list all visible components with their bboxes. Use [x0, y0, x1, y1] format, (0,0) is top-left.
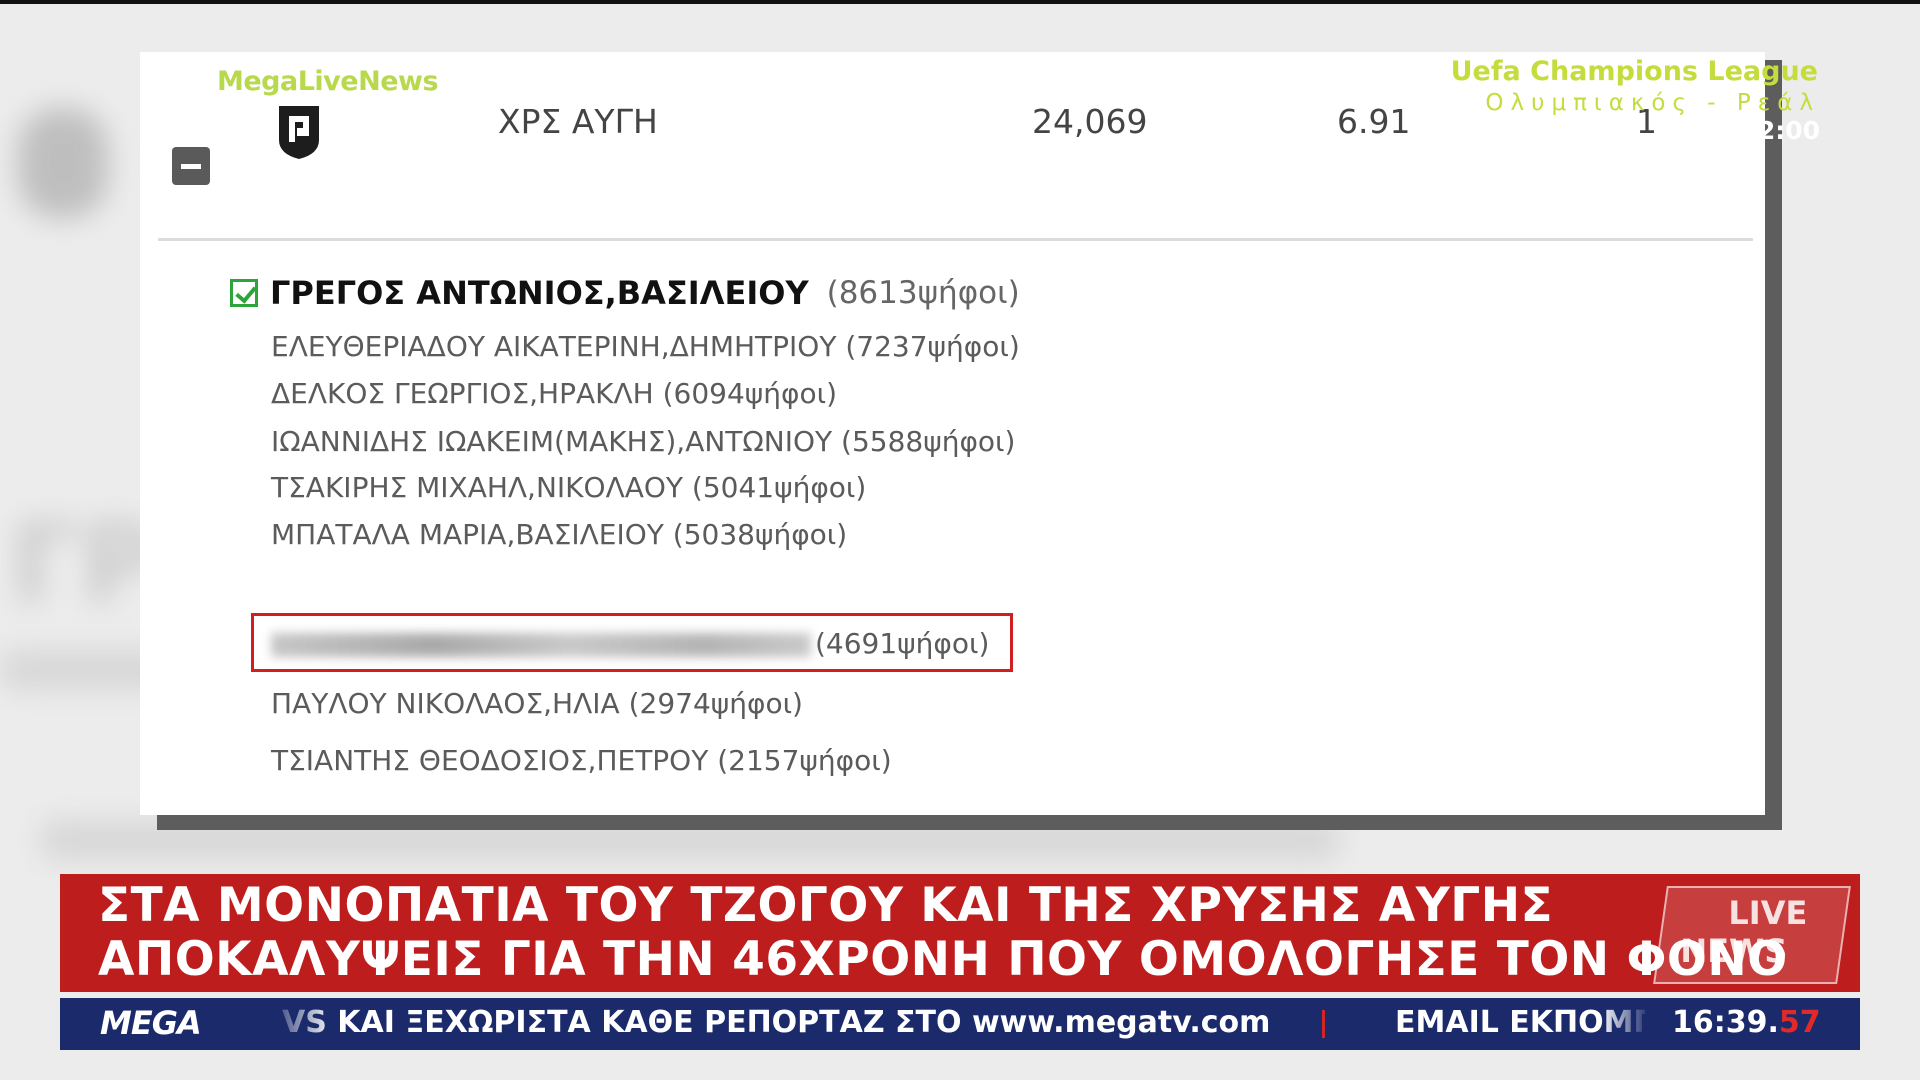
collapse-icon[interactable] — [172, 147, 210, 185]
divider — [158, 238, 1753, 241]
ticker-separator — [1322, 1010, 1325, 1038]
headline-line-2: ΑΠΟΚΑΛΥΨΕΙΣ ΓΙΑ ΤΗΝ 46ΧΡΟΝΗ ΠΟΥ ΟΜΟΛΟΓΗΣ… — [98, 932, 1788, 987]
live-news-line-2: NEWS — [1680, 932, 1788, 970]
elected-candidate: ΓΡΕΓΟΣ ΑΝΤΩΝΙΟΣ,ΒΑΣΙΛΕΙΟΥ (8613ψήφοι) — [230, 274, 1020, 312]
candidate-row: ΕΛΕΥΘΕΡΙΑΔΟΥ ΑΙΚΑΤΕΡΙΝΗ,ΔΗΜΗΤΡΙΟΥ (7237ψ… — [271, 330, 1020, 363]
highlight-box — [251, 613, 1013, 672]
elected-candidate-votes: (8613ψήφοι) — [826, 275, 1020, 311]
promo-match: Ολυμπιακός - Ρεάλ — [1485, 90, 1820, 116]
checkbox-checked-icon — [230, 279, 258, 307]
background-blur-text: ΓΡ — [10, 500, 161, 628]
ticker-fade-right — [1600, 998, 1650, 1050]
headline-line-1: ΣΤΑ ΜΟΝΟΠΑΤΙΑ ΤΟΥ ΤΖΟΓΟΥ ΚΑΙ ΤΗΣ ΧΡΥΣΗΣ … — [98, 878, 1554, 933]
ticker-text: VS ΚΑΙ ΞΕΧΩΡΙΣΤΑ ΚΑΘΕ ΡΕΠΟΡΤΑΖ ΣΤΟ www.m… — [282, 1005, 1271, 1040]
results-panel: ΧΡΣ ΑΥΓΗ 24,069 6.91 1 ΓΡΕΓΟΣ ΑΝΤΩΝΙΟΣ,Β… — [140, 52, 1765, 815]
mega-live-news-logo: MegaLiveNews — [217, 66, 439, 97]
background-blur-emblem — [18, 108, 108, 218]
live-news-line-1: LIVE — [1728, 894, 1808, 932]
elected-candidate-name: ΓΡΕΓΟΣ ΑΝΤΩΝΙΟΣ,ΒΑΣΙΛΕΙΟΥ — [270, 274, 809, 312]
candidate-row: ΙΩΑΝΝΙΔΗΣ ΙΩΑΚΕΙΜ(ΜΑΚΗΣ),ΑΝΤΩΝΙΟΥ (5588ψ… — [271, 425, 1016, 458]
golden-dawn-emblem-icon — [279, 106, 319, 159]
headline-banner: ΣΤΑ ΜΟΝΟΠΑΤΙΑ ΤΟΥ ΤΖΟΓΟΥ ΚΑΙ ΤΗΣ ΧΡΥΣΗΣ … — [60, 874, 1860, 992]
candidate-row: ΤΣΙΑΝΤΗΣ ΘΕΟΔΟΣΙΟΣ,ΠΕΤΡΟΥ (2157ψήφοι) — [271, 744, 892, 777]
top-border — [0, 0, 1920, 4]
candidate-row: ΠΑΥΛΟΥ ΝΙΚΟΛΑΟΣ,ΗΛΙΑ (2974ψήφοι) — [271, 687, 803, 720]
ticker-fade — [265, 998, 335, 1050]
candidate-row: ΜΠΑΤΑΛΑ ΜΑΡΙΑ,ΒΑΣΙΛΕΙΟΥ (5038ψήφοι) — [271, 518, 848, 551]
party-votes: 24,069 — [1032, 102, 1148, 141]
party-name: ΧΡΣ ΑΥΓΗ — [498, 102, 658, 141]
mega-logo: MEGA — [100, 1004, 202, 1042]
promo-time: 22:00 — [1740, 116, 1820, 145]
candidate-row: ΔΕΛΚΟΣ ΓΕΩΡΓΙΟΣ,ΗΡΑΚΛΗ (6094ψήφοι) — [271, 377, 838, 410]
clock: 16:39.57 — [1672, 1005, 1821, 1040]
live-news-text: LIVE NEWS — [1680, 894, 1807, 970]
candidate-row: ΤΣΑΚΙΡΗΣ ΜΙΧΑΗΛ,ΝΙΚΟΛΑΟΥ (5041ψήφοι) — [271, 471, 867, 504]
clock-seconds: 57 — [1778, 1005, 1821, 1040]
news-ticker: MEGA VS ΚΑΙ ΞΕΧΩΡΙΣΤΑ ΚΑΘΕ ΡΕΠΟΡΤΑΖ ΣΤΟ … — [60, 998, 1860, 1050]
promo-title: Uefa Champions League — [1450, 56, 1818, 87]
party-percent: 6.91 — [1337, 102, 1411, 141]
clock-time: 16:39. — [1672, 1005, 1779, 1040]
live-news-badge: LIVE NEWS — [1653, 886, 1851, 984]
